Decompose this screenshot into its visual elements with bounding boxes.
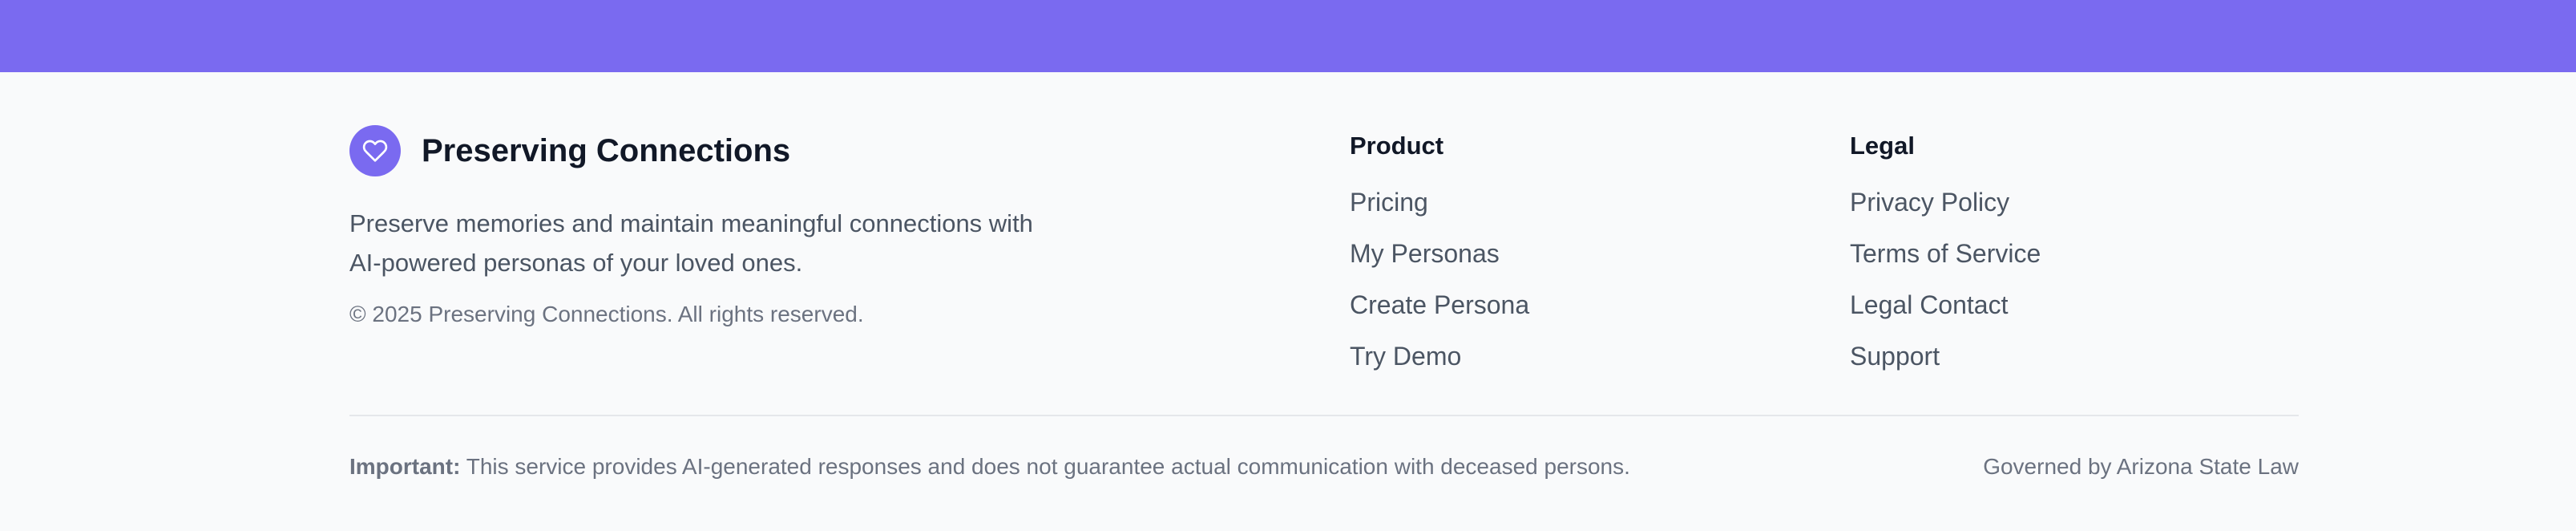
footer-divider bbox=[349, 415, 2299, 416]
footer-bottom-bar: Important: This service provides AI-gene… bbox=[349, 454, 2299, 480]
my-personas-link[interactable]: My Personas bbox=[1350, 239, 1500, 268]
support-link[interactable]: Support bbox=[1850, 342, 1940, 371]
privacy-policy-link[interactable]: Privacy Policy bbox=[1850, 188, 2009, 217]
top-accent-bar bbox=[0, 0, 2576, 72]
disclaimer-label: Important: bbox=[349, 454, 461, 479]
legal-links: Privacy Policy Terms of Service Legal Co… bbox=[1850, 188, 2251, 393]
list-item: Legal Contact bbox=[1850, 290, 2251, 342]
product-column-title: Product bbox=[1350, 132, 1444, 160]
pricing-link[interactable]: Pricing bbox=[1350, 188, 1428, 217]
heart-icon bbox=[349, 125, 401, 176]
footer-inner: Preserving Connections Preserve memories… bbox=[349, 72, 2299, 531]
brand-tagline: Preserve memories and maintain meaningfu… bbox=[349, 209, 1033, 277]
list-item: Try Demo bbox=[1350, 342, 1750, 393]
try-demo-link[interactable]: Try Demo bbox=[1350, 342, 1461, 371]
copyright-text: © 2025 Preserving Connections. All right… bbox=[349, 302, 864, 326]
disclaimer-text: This service provides AI-generated respo… bbox=[460, 454, 1630, 479]
list-item: Support bbox=[1850, 342, 2251, 393]
disclaimer-notice: Important: This service provides AI-gene… bbox=[349, 454, 1630, 480]
jurisdiction-text: Governed by Arizona State Law bbox=[1983, 454, 2299, 479]
brand-name: Preserving Connections bbox=[422, 132, 791, 168]
list-item: Create Persona bbox=[1350, 290, 1750, 342]
brand-logo-row[interactable]: Preserving Connections bbox=[349, 125, 1071, 176]
legal-column-title: Legal bbox=[1850, 132, 1915, 160]
list-item: Privacy Policy bbox=[1850, 188, 2251, 239]
terms-of-service-link[interactable]: Terms of Service bbox=[1850, 239, 2041, 268]
list-item: Terms of Service bbox=[1850, 239, 2251, 290]
footer-product-column: Product Pricing My Personas Create Perso… bbox=[1350, 130, 1750, 393]
site-footer: Preserving Connections Preserve memories… bbox=[0, 72, 2576, 531]
footer-brand: Preserving Connections Preserve memories… bbox=[349, 125, 1071, 327]
list-item: Pricing bbox=[1350, 188, 1750, 239]
product-links: Pricing My Personas Create Persona Try D… bbox=[1350, 188, 1750, 393]
create-persona-link[interactable]: Create Persona bbox=[1350, 290, 1529, 319]
footer-legal-column: Legal Privacy Policy Terms of Service Le… bbox=[1850, 130, 2251, 393]
legal-contact-link[interactable]: Legal Contact bbox=[1850, 290, 2008, 319]
list-item: My Personas bbox=[1350, 239, 1750, 290]
